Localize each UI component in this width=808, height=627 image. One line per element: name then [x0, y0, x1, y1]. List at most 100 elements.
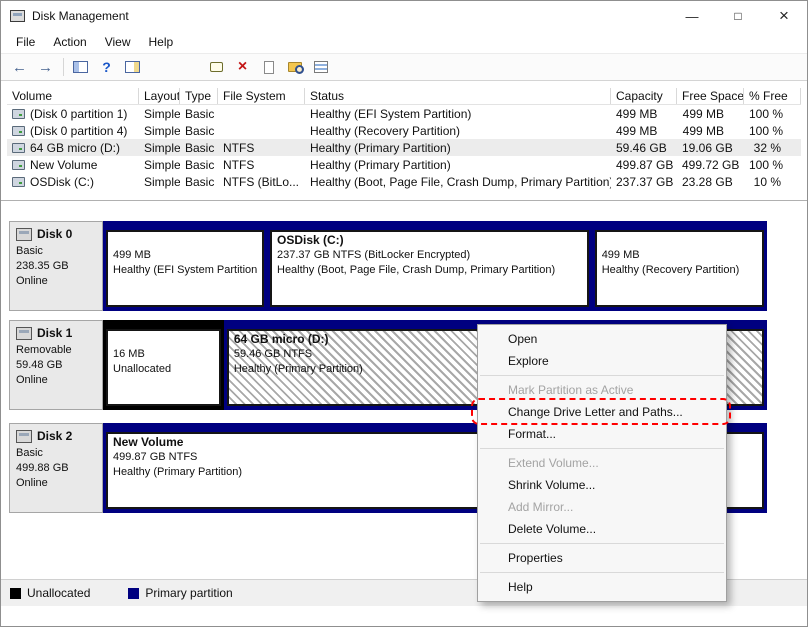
action-pane-icon	[125, 61, 140, 73]
column-header-filesystem[interactable]: File System	[218, 87, 305, 104]
disk1-info-panel[interactable]: Disk 1 Removable 59.48 GB Online	[9, 320, 103, 410]
volume-pctfree: 10 %	[753, 174, 781, 189]
disk-management-app-icon	[10, 10, 25, 22]
action-pane-button[interactable]	[120, 56, 145, 79]
disk-icon	[16, 227, 32, 241]
view-button[interactable]	[308, 56, 333, 79]
explore-button[interactable]	[282, 56, 307, 79]
volume-freespace: 19.06 GB	[682, 140, 733, 155]
column-header-type[interactable]: Type	[180, 87, 218, 104]
volume-type: Basic	[185, 140, 215, 155]
volume-filesystem: NTFS	[223, 157, 255, 172]
table-row-selected[interactable]: 64 GB micro (D:) Simple Basic NTFS Healt…	[7, 139, 801, 156]
volume-type: Basic	[185, 157, 215, 172]
context-menu-item-shrink-volume[interactable]: Shrink Volume...	[478, 474, 726, 496]
column-header-pctfree[interactable]: % Free	[744, 87, 801, 104]
context-menu: Open Explore Mark Partition as Active Ch…	[471, 324, 731, 602]
disk-type: Basic	[16, 245, 43, 257]
partition-osdisk-c[interactable]: OSDisk (C:) 237.37 GB NTFS (BitLocker En…	[267, 221, 592, 311]
legend-unallocated: Unallocated	[10, 586, 90, 600]
column-header-freespace[interactable]: Free Space	[677, 87, 744, 104]
menu-action[interactable]: Action	[44, 33, 95, 51]
partition-efi-system[interactable]: 499 MB Healthy (EFI System Partition)	[103, 221, 267, 311]
context-menu-separator	[480, 448, 724, 449]
disk-row-0: Disk 0 Basic 238.35 GB Online 499 MB Hea…	[9, 221, 767, 311]
volume-icon	[12, 176, 25, 187]
context-menu-item-extend-volume: Extend Volume...	[508, 456, 599, 470]
disk-size: 238.35 GB	[16, 260, 69, 272]
volume-type: Basic	[185, 106, 215, 121]
table-row[interactable]: OSDisk (C:) Simple Basic NTFS (BitLo... …	[7, 173, 801, 190]
description-bar-button[interactable]	[204, 56, 229, 79]
minimize-button[interactable]: —	[669, 1, 715, 31]
menubar: File Action View Help	[1, 31, 807, 53]
disk0-info-panel[interactable]: Disk 0 Basic 238.35 GB Online	[9, 221, 103, 311]
table-row[interactable]: New Volume Simple Basic NTFS Healthy (Pr…	[7, 156, 801, 173]
menu-file[interactable]: File	[7, 33, 44, 51]
volume-freespace: 499 MB	[682, 106, 724, 121]
context-menu-separator	[480, 543, 724, 544]
disk-type: Removable	[16, 344, 72, 356]
partition-size: 237.37 GB NTFS (BitLocker Encrypted)	[277, 249, 471, 261]
titlebar: Disk Management — □ ×	[1, 1, 807, 31]
volume-icon	[12, 125, 25, 136]
volume-pctfree: 32 %	[753, 140, 781, 155]
context-menu-item-change-drive-letter[interactable]: Change Drive Letter and Paths...	[478, 401, 726, 423]
volume-freespace: 23.28 GB	[682, 174, 733, 189]
open-files-icon	[263, 60, 274, 74]
maximize-button[interactable]: □	[715, 1, 761, 31]
context-menu-item-mark-partition-active: Mark Partition as Active	[508, 383, 634, 397]
volume-capacity: 499 MB	[616, 123, 658, 138]
volume-freespace: 499.72 GB	[682, 157, 740, 172]
menu-view[interactable]: View	[96, 33, 140, 51]
console-tree-button[interactable]	[68, 56, 93, 79]
context-menu-item-help[interactable]: Help	[478, 576, 726, 598]
open-files-button[interactable]	[256, 56, 281, 79]
back-icon: ←	[12, 58, 27, 76]
menu-help[interactable]: Help	[140, 33, 183, 51]
disk2-info-panel[interactable]: Disk 2 Basic 499.88 GB Online	[9, 423, 103, 513]
column-header-capacity[interactable]: Capacity	[611, 87, 677, 104]
volume-capacity: 59.46 GB	[616, 140, 667, 155]
help-button[interactable]: ?	[94, 56, 119, 79]
context-menu-separator	[480, 375, 724, 376]
volume-layout: Simple	[144, 123, 180, 138]
partition-unallocated[interactable]: 16 MB Unallocated	[103, 320, 224, 410]
volume-pctfree: 100 %	[749, 157, 784, 172]
unallocated-swatch	[10, 587, 21, 599]
context-menu-item-format[interactable]: Format...	[478, 423, 726, 445]
disk-type: Basic	[16, 447, 43, 459]
partition-status: Healthy (Boot, Page File, Crash Dump, Pr…	[277, 264, 556, 276]
delete-button[interactable]: ×	[230, 56, 255, 79]
column-header-volume[interactable]: Volume	[7, 87, 139, 104]
console-tree-icon	[73, 61, 88, 73]
maximize-icon: □	[734, 9, 742, 23]
volume-pctfree: 100 %	[749, 106, 784, 121]
table-row[interactable]: (Disk 0 partition 4) Simple Basic Health…	[7, 122, 801, 139]
volume-icon	[12, 159, 25, 170]
volume-type: Basic	[185, 123, 215, 138]
volume-layout: Simple	[144, 106, 180, 121]
disk-status: Online	[16, 374, 48, 386]
forward-button[interactable]: →	[33, 56, 58, 79]
back-button[interactable]: ←	[7, 56, 32, 79]
partition-recovery[interactable]: 499 MB Healthy (Recovery Partition)	[591, 221, 767, 311]
volume-layout: Simple	[144, 140, 180, 155]
volume-filesystem: NTFS (BitLo...	[223, 174, 300, 189]
context-menu-item-properties[interactable]: Properties	[478, 547, 726, 569]
volume-name: OSDisk (C:)	[30, 174, 94, 189]
volume-type: Basic	[185, 174, 215, 189]
context-menu-item-open[interactable]: Open	[478, 328, 726, 350]
volume-status: Healthy (Boot, Page File, Crash Dump, Pr…	[310, 174, 611, 189]
volume-pctfree: 100 %	[749, 123, 784, 138]
volume-status: Healthy (Primary Partition)	[310, 140, 451, 155]
close-button[interactable]: ×	[761, 1, 807, 31]
column-header-layout[interactable]: Layout	[139, 87, 180, 104]
window-controls: — □ ×	[669, 1, 807, 31]
context-menu-item-delete-volume[interactable]: Delete Volume...	[478, 518, 726, 540]
context-menu-item-explore[interactable]: Explore	[478, 350, 726, 372]
table-row[interactable]: (Disk 0 partition 1) Simple Basic Health…	[7, 105, 801, 122]
disk-icon	[16, 326, 32, 340]
column-header-status[interactable]: Status	[305, 87, 611, 104]
volume-status: Healthy (Primary Partition)	[310, 157, 451, 172]
